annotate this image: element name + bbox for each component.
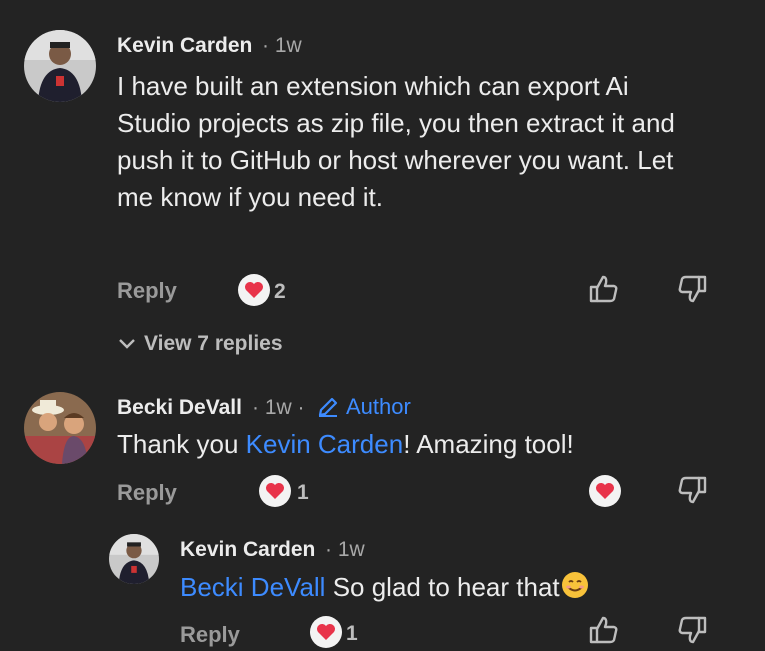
pencil-icon (318, 397, 338, 417)
author-badge-label: Author (346, 394, 411, 419)
reply-button[interactable]: Reply (117, 278, 177, 304)
mention-link[interactable]: Kevin Carden (246, 429, 404, 459)
comment-author[interactable]: Kevin Carden (180, 538, 315, 562)
comment-text: So glad to hear that (325, 572, 560, 602)
view-replies-label: View 7 replies (144, 332, 283, 355)
reply-button[interactable]: Reply (117, 480, 177, 506)
author-badge: Author (316, 394, 411, 420)
comment-body: Becki DeVall So glad to hear that (180, 569, 740, 606)
reply-button[interactable]: Reply (180, 622, 240, 648)
chevron-down-icon (119, 339, 135, 349)
heart-icon[interactable] (259, 475, 291, 507)
comment-body: I have built an extension which can expo… (117, 71, 675, 212)
comment-text: Thank you (117, 429, 246, 459)
comment-author[interactable]: Becki DeVall (117, 396, 242, 420)
like-count: 1 (297, 481, 309, 504)
comment-time: · 1w · (252, 396, 305, 419)
avatar-kevin-carden[interactable] (109, 534, 159, 584)
thumbs-down-icon[interactable] (676, 273, 708, 310)
avatar-becki-devall[interactable] (24, 392, 96, 464)
comment-time: · 1w (262, 34, 302, 57)
mention-link[interactable]: Becki DeVall (180, 572, 325, 602)
view-replies-button[interactable]: View 7 replies (118, 332, 283, 356)
like-count: 1 (346, 622, 358, 645)
comment-author[interactable]: Kevin Carden (117, 34, 252, 58)
comment-time: · 1w (325, 538, 365, 561)
creator-heart-icon (589, 475, 621, 507)
thumbs-up-icon[interactable] (588, 273, 620, 310)
thumbs-down-icon[interactable] (676, 474, 708, 511)
avatar-kevin-carden[interactable] (24, 30, 96, 102)
thumbs-up-icon[interactable] (588, 614, 620, 651)
heart-icon[interactable] (238, 274, 270, 306)
heart-icon[interactable] (310, 616, 342, 648)
like-count: 2 (274, 280, 286, 303)
thumbs-down-icon[interactable] (676, 614, 708, 651)
comment-text: ! Amazing tool! (403, 429, 574, 459)
smiling-face-emoji (561, 572, 588, 598)
comment-body: Thank you Kevin Carden! Amazing tool! (117, 426, 717, 463)
